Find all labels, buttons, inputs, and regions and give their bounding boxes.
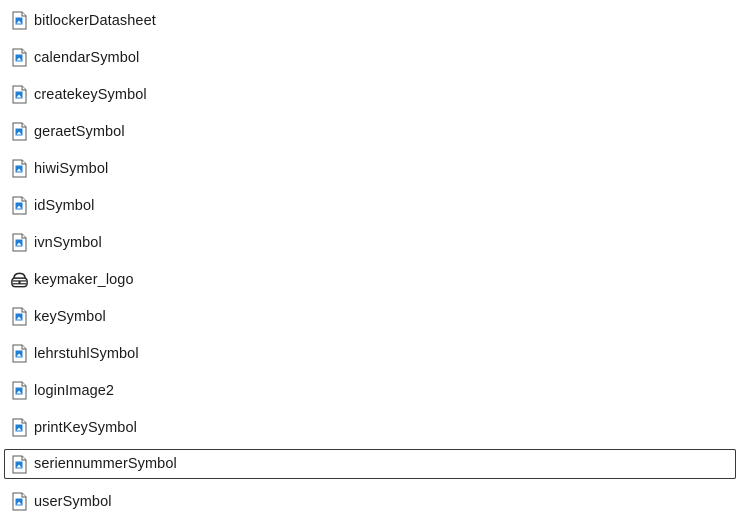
file-item[interactable]: idSymbol xyxy=(0,187,736,224)
file-name: ivnSymbol xyxy=(34,234,102,251)
image-file-icon xyxy=(10,232,29,254)
image-file-icon xyxy=(10,380,29,402)
image-file-icon xyxy=(10,453,29,475)
image-file-icon xyxy=(10,417,29,439)
file-item[interactable]: keySymbol xyxy=(0,298,736,335)
image-file-icon xyxy=(10,491,29,513)
file-name: loginImage2 xyxy=(34,382,115,399)
image-file-icon xyxy=(10,343,29,365)
image-file-icon xyxy=(10,195,29,217)
file-name: idSymbol xyxy=(34,197,95,214)
image-file-icon xyxy=(10,158,29,180)
file-item[interactable]: bitlockerDatasheet xyxy=(0,2,736,39)
file-name: printKeySymbol xyxy=(34,419,137,436)
file-item[interactable]: geraetSymbol xyxy=(0,113,736,150)
file-item[interactable]: createkeySymbol xyxy=(0,76,736,113)
image-file-icon xyxy=(10,121,29,143)
file-name: bitlockerDatasheet xyxy=(34,12,156,29)
file-name: calendarSymbol xyxy=(34,49,140,66)
file-name: geraetSymbol xyxy=(34,123,125,140)
image-file-icon xyxy=(10,306,29,328)
file-name: hiwiSymbol xyxy=(34,160,109,177)
file-item[interactable]: loginImage2 xyxy=(0,372,736,409)
file-name: keymaker_logo xyxy=(34,271,134,288)
file-item[interactable]: lehrstuhlSymbol xyxy=(0,335,736,372)
file-name: createkeySymbol xyxy=(34,86,147,103)
file-name: userSymbol xyxy=(34,493,112,510)
ico-file-icon xyxy=(10,269,29,291)
image-file-icon xyxy=(10,10,29,32)
file-item[interactable]: keymaker_logo xyxy=(0,261,736,298)
file-item[interactable]: calendarSymbol xyxy=(0,39,736,76)
file-item[interactable]: userSymbol xyxy=(0,483,736,520)
file-item[interactable]: printKeySymbol xyxy=(0,409,736,446)
file-item[interactable]: seriennummerSymbol xyxy=(4,449,736,479)
image-file-icon xyxy=(10,84,29,106)
file-list: bitlockerDatasheet calendarSymbol createke… xyxy=(0,2,736,520)
file-name: seriennummerSymbol xyxy=(34,456,177,472)
file-name: keySymbol xyxy=(34,308,106,325)
file-item[interactable]: ivnSymbol xyxy=(0,224,736,261)
image-file-icon xyxy=(10,47,29,69)
file-name: lehrstuhlSymbol xyxy=(34,345,139,362)
file-item[interactable]: hiwiSymbol xyxy=(0,150,736,187)
